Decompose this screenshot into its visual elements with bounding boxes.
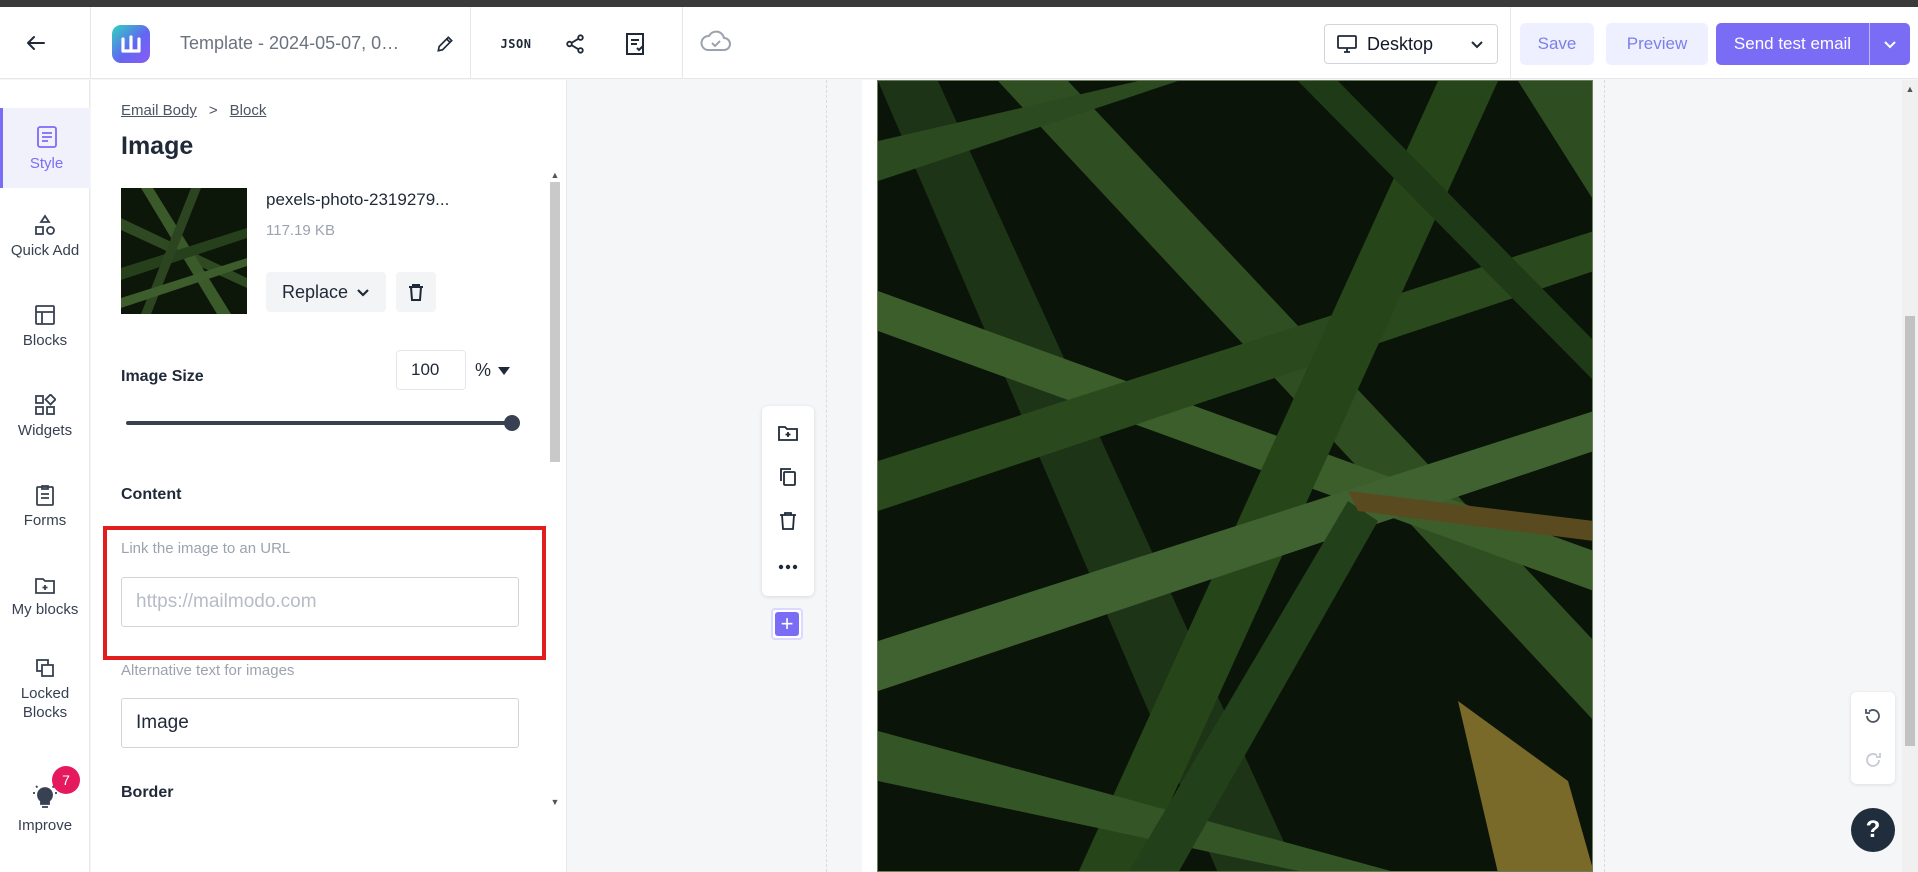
panel-title: Image <box>121 132 194 160</box>
back-arrow-icon[interactable] <box>18 25 54 61</box>
scroll-down-arrow-icon[interactable]: ▼ <box>550 797 560 807</box>
report-icon[interactable] <box>620 29 650 59</box>
image-size-label: Image Size <box>121 368 204 385</box>
template-name: Template - 2024-05-07, 07... <box>180 33 405 53</box>
breadcrumb: Email Body > Block <box>121 102 266 119</box>
window-top-strip <box>0 0 1918 7</box>
undo-icon[interactable] <box>1861 704 1885 728</box>
monitor-icon <box>1337 35 1357 53</box>
help-button[interactable]: ? <box>1851 808 1895 852</box>
panel-scrollbar[interactable]: ▲ ▼ <box>548 170 562 810</box>
nav-item-improve[interactable]: 7 Improve <box>0 760 90 856</box>
divider <box>470 7 471 79</box>
border-section-label: Border <box>121 784 174 801</box>
scrollbar-thumb[interactable] <box>1905 316 1915 746</box>
chevron-down-icon[interactable] <box>1870 23 1910 65</box>
scroll-up-arrow-icon[interactable]: ▲ <box>1905 84 1915 94</box>
mailmodo-logo <box>112 25 150 63</box>
scrollbar-thumb[interactable] <box>550 182 560 462</box>
block-toolbar <box>762 406 814 596</box>
redo-icon[interactable] <box>1861 748 1885 772</box>
nav-item-style[interactable]: Style <box>0 108 90 188</box>
clipboard-icon <box>36 484 54 506</box>
image-file-size: 117.19 KB <box>266 222 335 239</box>
edit-name-pencil-icon[interactable] <box>432 31 458 57</box>
trash-icon <box>409 284 423 301</box>
nav-item-label: Forms <box>23 511 67 529</box>
guide-line <box>1604 80 1605 872</box>
caret-down-icon <box>498 366 511 375</box>
block-settings-panel: Email Body > Block Image pexels-photo-23… <box>91 80 567 872</box>
chevron-down-icon <box>1471 41 1483 49</box>
lock-layers-icon <box>36 658 54 677</box>
size-unit-label: % <box>475 360 492 380</box>
preview-button[interactable]: Preview <box>1606 23 1708 65</box>
nav-item-label: Blocks <box>22 331 68 349</box>
nav-item-label: Style <box>29 154 64 172</box>
save-block-folder-icon[interactable] <box>775 420 801 446</box>
breadcrumb-email-body[interactable]: Email Body <box>121 102 197 119</box>
device-select[interactable]: Desktop <box>1324 24 1498 64</box>
nav-item-my-blocks[interactable]: My blocks <box>0 560 90 632</box>
email-image-block[interactable] <box>877 80 1593 872</box>
shapes-icon <box>35 213 55 235</box>
nav-item-label: Widgets <box>17 421 73 439</box>
chevron-down-icon <box>357 289 369 297</box>
image-size-input[interactable] <box>396 350 466 390</box>
trash-icon[interactable] <box>775 508 801 534</box>
link-url-label: Link the image to an URL <box>121 540 291 557</box>
folder-icon <box>35 577 55 594</box>
nav-item-locked-blocks[interactable]: Locked Blocks <box>0 642 90 738</box>
replace-label: Replace <box>281 281 349 302</box>
duplicate-icon[interactable] <box>775 464 801 490</box>
history-controls <box>1851 692 1895 784</box>
add-block-button[interactable]: + <box>771 608 803 640</box>
nav-item-label: Quick Add <box>10 241 80 259</box>
left-sidebar: Style Quick Add Blocks Widgets Forms My … <box>0 80 90 872</box>
size-unit-select[interactable]: % <box>475 360 511 381</box>
cloud-saved-icon <box>698 27 734 57</box>
more-options-icon[interactable] <box>775 554 801 580</box>
nav-item-label: My blocks <box>11 600 79 618</box>
nav-item-blocks[interactable]: Blocks <box>0 290 90 362</box>
plus-icon: + <box>775 612 799 636</box>
json-button[interactable]: JSON <box>494 31 538 57</box>
nav-item-quick-add[interactable]: Quick Add <box>0 200 90 272</box>
guide-line <box>826 80 827 872</box>
style-icon <box>36 125 57 148</box>
divider <box>1510 7 1511 79</box>
replace-image-button[interactable]: Replace <box>266 272 386 312</box>
divider <box>682 7 683 79</box>
alt-text-label: Alternative text for images <box>121 662 295 679</box>
canvas-scrollbar[interactable]: ▲ <box>1902 80 1918 872</box>
email-canvas: + ? ▲ <box>568 80 1918 872</box>
nav-item-label: Improve <box>17 816 73 834</box>
layout-icon <box>35 304 55 325</box>
send-test-email-button: Send test email <box>1716 23 1910 65</box>
breadcrumb-separator: > <box>208 102 218 119</box>
scroll-up-arrow-icon[interactable]: ▲ <box>550 170 560 180</box>
alt-text-input[interactable] <box>121 698 519 748</box>
slider-handle[interactable] <box>504 415 520 431</box>
image-size-slider[interactable] <box>126 421 511 425</box>
device-label: Desktop <box>1367 33 1434 54</box>
delete-image-button[interactable] <box>396 272 436 312</box>
divider <box>90 7 91 79</box>
image-file-name: pexels-photo-2319279... <box>266 190 450 209</box>
link-url-input[interactable] <box>121 577 519 627</box>
notification-badge: 7 <box>52 766 80 794</box>
image-thumbnail <box>121 188 247 314</box>
nav-item-widgets[interactable]: Widgets <box>0 380 90 452</box>
nav-item-forms[interactable]: Forms <box>0 470 90 542</box>
top-toolbar: Template - 2024-05-07, 07... JSON Deskto… <box>0 7 1918 79</box>
share-icon[interactable] <box>560 29 590 59</box>
send-test-email-label[interactable]: Send test email <box>1716 23 1869 65</box>
nav-item-label: Locked Blocks <box>20 684 70 722</box>
save-button[interactable]: Save <box>1520 23 1594 65</box>
widgets-icon <box>35 393 56 415</box>
breadcrumb-block[interactable]: Block <box>230 102 267 119</box>
content-section-label: Content <box>121 486 182 503</box>
